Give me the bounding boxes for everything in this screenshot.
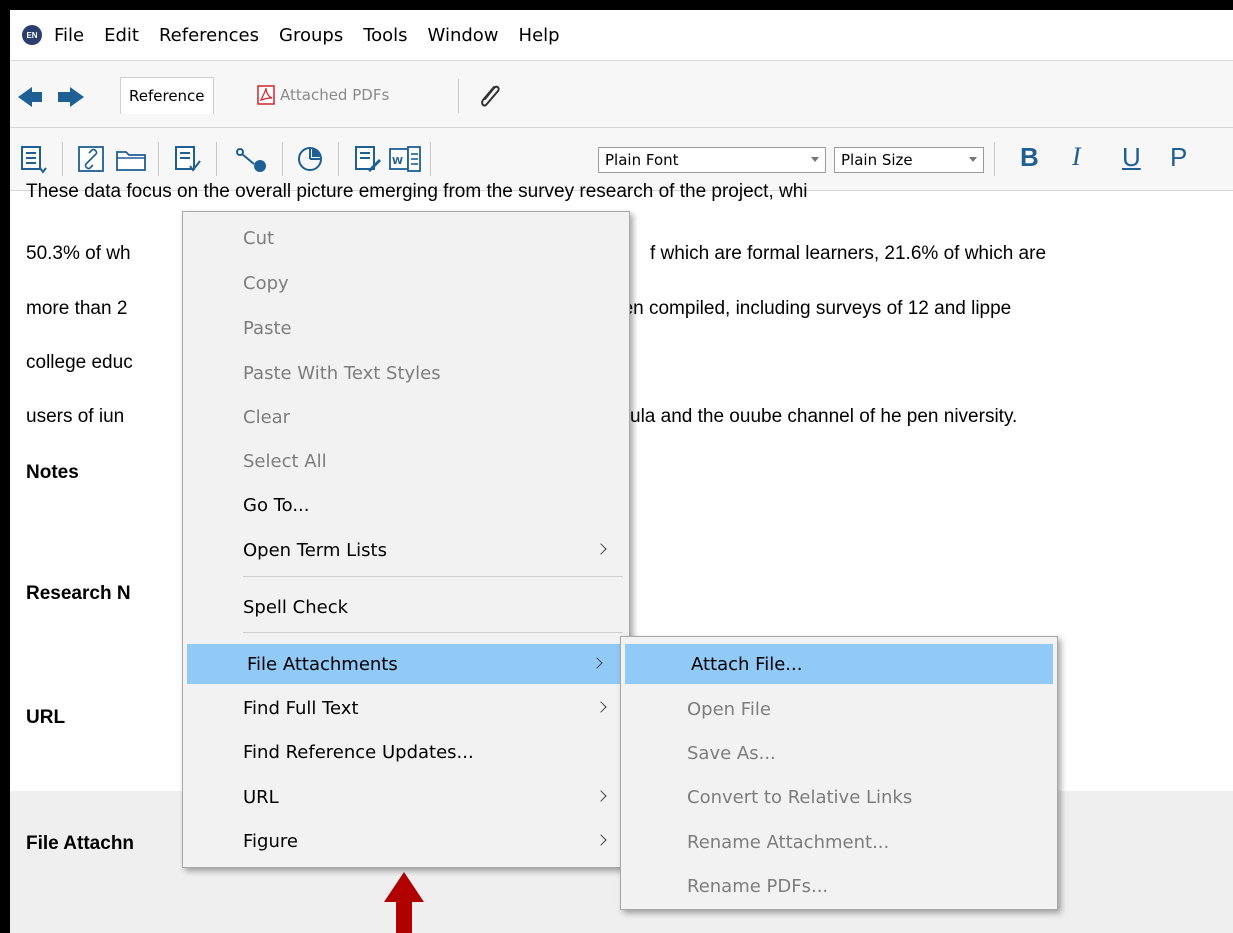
menu-item-find-reference-updates[interactable]: Find Reference Updates... — [183, 732, 629, 772]
context-menu: Cut Copy Paste Paste With Text Styles Cl… — [182, 211, 630, 868]
pdf-icon — [257, 85, 275, 105]
app-logo-icon: EN — [22, 25, 42, 45]
toolbar-divider — [216, 142, 217, 176]
research-notes-label: Research N — [26, 583, 131, 604]
menu-groups[interactable]: Groups — [279, 25, 343, 46]
menu-item-url[interactable]: URL — [183, 777, 629, 817]
folder-icon[interactable] — [114, 144, 148, 174]
menu-file[interactable]: File — [54, 25, 84, 46]
abstract-line: more than 2 — [26, 298, 128, 319]
back-arrow-icon[interactable] — [18, 87, 42, 107]
abstract-line: users of iun — [26, 406, 125, 427]
forward-arrow-icon[interactable] — [58, 87, 84, 107]
menu-item-clear[interactable]: Clear — [183, 397, 629, 437]
toolbar-divider — [994, 142, 995, 176]
menu-window[interactable]: Window — [428, 25, 499, 46]
menu-separator — [243, 576, 623, 577]
chevron-down-icon — [969, 157, 977, 162]
abstract-line: 50.3% of wh — [26, 243, 131, 264]
plain-button[interactable]: P — [1170, 142, 1187, 173]
toolbar-divider — [430, 142, 431, 176]
tab-attached-pdfs[interactable]: Attached PDFs — [250, 77, 395, 113]
chart-icon[interactable] — [296, 144, 326, 174]
chevron-right-icon — [591, 657, 603, 669]
find-duplicates-icon[interactable] — [232, 144, 272, 174]
toolbar-divider — [282, 142, 283, 176]
menu-item-figure[interactable]: Figure — [183, 821, 629, 861]
link-icon[interactable] — [76, 144, 106, 174]
abstract-line: These data focus on the overall picture … — [26, 181, 808, 202]
paperclip-icon[interactable] — [474, 81, 506, 113]
navigation-toolbar: Reference Attached PDFs — [10, 61, 1233, 128]
submenu-item-save-as[interactable]: Save As... — [621, 733, 1057, 773]
submenu-item-attach-file[interactable]: Attach File... — [625, 644, 1053, 684]
red-pointer-arrow-icon — [384, 872, 424, 933]
font-dropdown-value: Plain Font — [605, 151, 679, 169]
notes-label: Notes — [26, 462, 79, 483]
submenu-item-convert-to-relative-links[interactable]: Convert to Relative Links — [621, 777, 1057, 817]
menu-tools[interactable]: Tools — [363, 25, 407, 46]
menubar: EN File Edit References Groups Tools Win… — [10, 10, 1233, 61]
toolbar-divider — [338, 142, 339, 176]
submenu-item-rename-pdfs[interactable]: Rename PDFs... — [621, 866, 1057, 906]
menu-item-select-all[interactable]: Select All — [183, 441, 629, 481]
file-attachments-label: File Attachn — [26, 833, 135, 854]
menu-item-cut[interactable]: Cut — [183, 218, 629, 258]
italic-button[interactable]: I — [1072, 142, 1081, 172]
file-attachments-submenu: Attach File... Open File Save As... Conv… — [620, 636, 1058, 910]
menu-item-spell-check[interactable]: Spell Check — [183, 587, 629, 627]
submenu-item-open-file[interactable]: Open File — [621, 689, 1057, 729]
chevron-right-icon — [595, 790, 607, 802]
underline-button[interactable]: U — [1122, 142, 1141, 173]
menu-help[interactable]: Help — [519, 25, 560, 46]
word-icon[interactable]: W — [388, 144, 422, 174]
size-dropdown-value: Plain Size — [841, 151, 913, 169]
chevron-right-icon — [595, 834, 607, 846]
toolbar-divider — [62, 142, 63, 176]
abstract-line: een compiled, including surveys of 12 an… — [612, 298, 1012, 319]
tab-attached-pdfs-label: Attached PDFs — [280, 86, 390, 104]
submenu-item-rename-attachment[interactable]: Rename Attachment... — [621, 822, 1057, 862]
abstract-line: ula and the ouube channel of he pen nive… — [630, 406, 1018, 427]
toolbar-divider — [158, 142, 159, 176]
chevron-right-icon — [595, 701, 607, 713]
document-check-icon[interactable] — [172, 144, 202, 174]
font-dropdown[interactable]: Plain Font — [598, 147, 826, 173]
chevron-right-icon — [595, 543, 607, 555]
abstract-line: college educ — [26, 352, 133, 373]
insert-reference-icon[interactable] — [18, 144, 48, 174]
menu-edit[interactable]: Edit — [104, 25, 139, 46]
bold-button[interactable]: B — [1020, 142, 1039, 173]
menu-item-open-term-lists[interactable]: Open Term Lists — [183, 530, 629, 570]
url-label: URL — [26, 707, 66, 728]
tab-reference[interactable]: Reference — [120, 77, 214, 114]
menu-separator — [243, 632, 623, 633]
menu-item-paste[interactable]: Paste — [183, 308, 629, 348]
menu-references[interactable]: References — [159, 25, 259, 46]
size-dropdown[interactable]: Plain Size — [834, 147, 984, 173]
chevron-down-icon — [811, 157, 819, 162]
svg-text:W: W — [392, 156, 403, 167]
menu-item-go-to[interactable]: Go To... — [183, 485, 629, 525]
edit-document-icon[interactable] — [352, 144, 382, 174]
toolbar-divider — [458, 79, 459, 113]
menu-item-find-full-text[interactable]: Find Full Text — [183, 688, 629, 728]
menu-item-paste-with-text-styles[interactable]: Paste With Text Styles — [183, 353, 629, 393]
abstract-line: f which are formal learners, 21.6% of wh… — [650, 243, 1047, 264]
menu-item-copy[interactable]: Copy — [183, 263, 629, 303]
menu-item-file-attachments[interactable]: File Attachments — [187, 644, 625, 684]
